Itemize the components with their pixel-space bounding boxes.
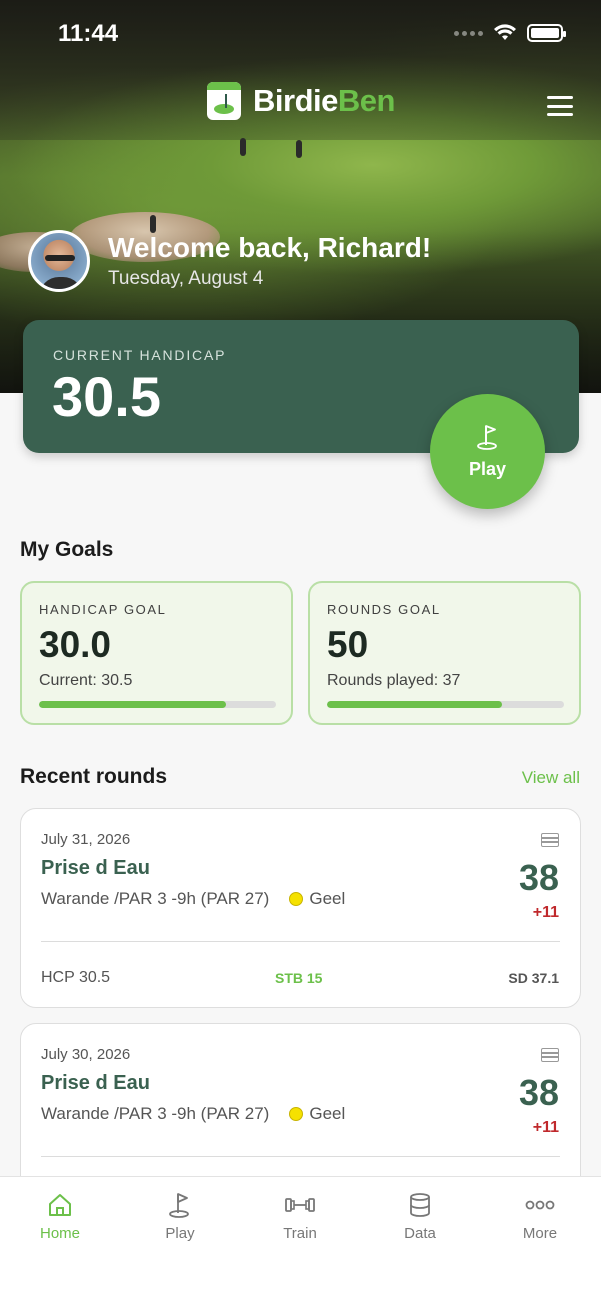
goal-current: Current: 30.5 <box>39 672 133 689</box>
goal-progress-bar <box>327 701 564 708</box>
round-card[interactable]: July 31, 2026 Prise d Eau Warande /PAR 3… <box>20 808 581 1008</box>
signal-icon <box>454 30 483 36</box>
battery-icon <box>527 24 566 42</box>
avatar[interactable] <box>28 230 90 292</box>
tab-label: Train <box>283 1225 317 1242</box>
current-date: Tuesday, August 4 <box>108 268 264 289</box>
scorecard-icon[interactable] <box>541 1048 559 1062</box>
goal-value: 30.0 <box>39 624 112 665</box>
round-date: July 31, 2026 <box>41 831 131 848</box>
play-button[interactable]: Play <box>430 394 545 509</box>
app-name: BirdieBen <box>253 83 395 118</box>
golfer-figure <box>296 140 302 158</box>
divider <box>41 941 560 942</box>
flag-icon <box>476 425 497 450</box>
bottom-tab-bar: Home Play Train Data More <box>0 1176 601 1300</box>
dumbbell-icon <box>285 1198 315 1212</box>
home-icon <box>49 1194 71 1216</box>
round-score-differential: SD 37.1 <box>508 970 559 986</box>
status-time: 11:44 <box>58 20 119 47</box>
status-icons <box>454 24 566 42</box>
tee-color-icon <box>289 1107 304 1121</box>
scorecard-icon[interactable] <box>541 833 559 847</box>
play-button-label: Play <box>468 459 507 479</box>
goal-rounds-played: Rounds played: 37 <box>327 672 461 689</box>
recent-rounds-title: Recent rounds <box>20 765 168 788</box>
round-detail: Warande /PAR 3 -9h (PAR 27) Geel <box>41 1104 345 1124</box>
tab-label: Data <box>404 1225 436 1242</box>
round-tee: Geel <box>309 889 346 908</box>
round-score: 38 <box>518 857 559 898</box>
goal-label: ROUNDS GOAL <box>327 602 441 617</box>
tab-label: Home <box>39 1225 80 1242</box>
goal-value: 50 <box>327 624 369 665</box>
round-layout: Warande /PAR 3 -9h (PAR 27) <box>41 889 270 908</box>
welcome-heading: Welcome back, Richard! <box>108 232 432 263</box>
divider <box>41 1156 560 1157</box>
round-hcp: HCP 30.5 <box>41 969 111 986</box>
more-dots-icon <box>525 1200 555 1210</box>
round-date: July 30, 2026 <box>41 1046 131 1063</box>
hamburger-menu-icon[interactable] <box>547 96 573 116</box>
round-tee: Geel <box>309 1104 346 1123</box>
tab-data[interactable]: Data <box>360 1191 480 1251</box>
goal-progress-bar <box>39 701 276 708</box>
round-over-par: +11 <box>532 1119 559 1136</box>
handicap-value: 30.5 <box>52 365 161 428</box>
rounds-goal-card[interactable]: ROUNDS GOAL 50 Rounds played: 37 <box>308 581 581 725</box>
goals-title: My Goals <box>20 538 114 561</box>
round-stableford: STB 15 <box>275 970 323 986</box>
round-over-par: +11 <box>532 904 559 921</box>
tee-color-icon <box>289 892 304 906</box>
round-course: Prise d Eau <box>41 857 150 879</box>
round-layout: Warande /PAR 3 -9h (PAR 27) <box>41 1104 270 1123</box>
flag-icon <box>169 1193 189 1218</box>
round-course: Prise d Eau <box>41 1072 150 1094</box>
wifi-icon <box>494 24 516 40</box>
handicap-goal-card[interactable]: HANDICAP GOAL 30.0 Current: 30.5 <box>20 581 293 725</box>
logo-icon <box>207 82 241 120</box>
view-all-link[interactable]: View all <box>522 768 580 788</box>
round-score: 38 <box>518 1072 559 1113</box>
database-icon <box>410 1193 430 1217</box>
app-logo: BirdieBen <box>207 82 395 120</box>
goal-label: HANDICAP GOAL <box>39 602 167 617</box>
tab-home[interactable]: Home <box>0 1191 120 1251</box>
handicap-label: CURRENT HANDICAP <box>53 347 227 363</box>
tab-more[interactable]: More <box>480 1191 600 1251</box>
tab-label: More <box>522 1225 558 1242</box>
tab-play[interactable]: Play <box>120 1191 240 1251</box>
tab-train[interactable]: Train <box>240 1191 360 1251</box>
round-detail: Warande /PAR 3 -9h (PAR 27) Geel <box>41 889 345 909</box>
golfer-figure <box>240 138 246 156</box>
tab-label: Play <box>165 1225 195 1242</box>
